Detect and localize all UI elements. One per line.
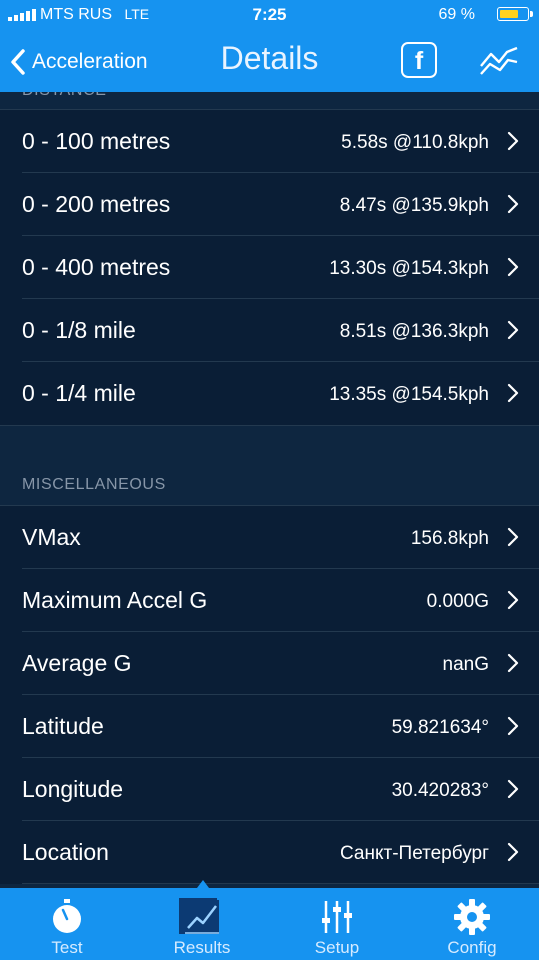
- page-title: Details: [220, 40, 319, 76]
- section-header-miscellaneous: MISCELLANEOUS: [22, 476, 166, 493]
- tab-test[interactable]: Test: [0, 888, 134, 960]
- chevron-right-icon: [507, 257, 519, 277]
- battery-percent: 69 %: [438, 6, 475, 23]
- chevron-right-icon: [507, 842, 519, 862]
- battery-icon: [497, 7, 533, 21]
- chevron-right-icon: [507, 194, 519, 214]
- chevron-right-icon: [507, 320, 519, 340]
- row-label: Latitude: [22, 713, 104, 739]
- list-item[interactable]: 0 - 100 metres 5.58s @110.8kph: [0, 110, 539, 173]
- row-value: 5.58s @110.8kph: [341, 132, 489, 153]
- tab-label: Results: [173, 938, 231, 957]
- row-value: 59.821634°: [391, 717, 489, 738]
- row-value: 13.35s @154.5kph: [329, 384, 489, 405]
- details-list: DISTANCE 0 - 100 metres 5.58s @110.8kph …: [0, 92, 539, 888]
- row-value: nanG: [442, 654, 489, 675]
- facebook-icon: f: [414, 47, 424, 75]
- row-value: 30.420283°: [391, 780, 489, 801]
- row-label: Location: [22, 839, 109, 865]
- chevron-right-icon: [507, 131, 519, 151]
- tab-label: Config: [447, 938, 497, 957]
- active-tab-indicator: [197, 880, 209, 888]
- list-item[interactable]: 0 - 200 metres 8.47s @135.9kph: [0, 173, 539, 236]
- chevron-right-icon: [507, 653, 519, 673]
- section-header-distance: DISTANCE: [22, 92, 107, 100]
- list-item[interactable]: Latitude 59.821634°: [0, 695, 539, 758]
- row-label: 0 - 1/8 mile: [22, 317, 136, 343]
- row-value: 156.8kph: [410, 528, 489, 549]
- tab-label: Setup: [314, 938, 360, 957]
- status-bar: MTS RUS LTE 7:25 69 %: [0, 0, 539, 30]
- stopwatch-icon: [53, 899, 81, 933]
- sliders-icon: [322, 901, 352, 933]
- chevron-right-icon: [507, 779, 519, 799]
- list-item[interactable]: VMax 156.8kph: [0, 506, 539, 569]
- row-value: 8.51s @136.3kph: [339, 321, 489, 342]
- tab-bar: Test Results Setup Config: [0, 888, 539, 960]
- list-item[interactable]: Average G nanG: [0, 632, 539, 695]
- list-item[interactable]: 0 - 400 metres 13.30s @154.3kph: [0, 236, 539, 299]
- facebook-share-button[interactable]: f: [401, 42, 437, 78]
- chevron-right-icon: [507, 383, 519, 403]
- chevron-right-icon: [507, 527, 519, 547]
- row-label: Maximum Accel G: [22, 587, 208, 613]
- gear-icon: [454, 899, 490, 935]
- row-label: 0 - 1/4 mile: [22, 380, 136, 406]
- row-value: 0.000G: [426, 591, 489, 612]
- row-label: 0 - 100 metres: [22, 128, 171, 154]
- row-value: 13.30s @154.3kph: [329, 258, 489, 279]
- tab-results[interactable]: Results: [135, 888, 269, 960]
- list-item[interactable]: Location Санкт-Петербург: [0, 821, 539, 884]
- row-label: VMax: [22, 524, 81, 550]
- list-item[interactable]: Longitude 30.420283°: [0, 758, 539, 821]
- row-label: Average G: [22, 650, 132, 676]
- list-item[interactable]: Maximum Accel G 0.000G: [0, 569, 539, 632]
- chevron-right-icon: [507, 590, 519, 610]
- tab-setup[interactable]: Setup: [270, 888, 404, 960]
- row-label: Longitude: [22, 776, 124, 802]
- tab-label: Test: [51, 938, 83, 957]
- row-label: 0 - 200 metres: [22, 191, 171, 217]
- list-item[interactable]: 0 - 1/4 mile 13.35s @154.5kph: [0, 362, 539, 425]
- chart-line-icon[interactable]: [478, 44, 520, 78]
- chevron-right-icon: [507, 716, 519, 736]
- row-label: 0 - 400 metres: [22, 254, 171, 280]
- list-item[interactable]: 0 - 1/8 mile 8.51s @136.3kph: [0, 299, 539, 362]
- results-chart-icon: [185, 900, 219, 934]
- row-value: Санкт-Петербург: [339, 843, 489, 864]
- top-bar: MTS RUS LTE 7:25 69 % Acceleration Detai…: [0, 0, 539, 92]
- tab-config[interactable]: Config: [405, 888, 539, 960]
- row-value: 8.47s @135.9kph: [339, 195, 489, 216]
